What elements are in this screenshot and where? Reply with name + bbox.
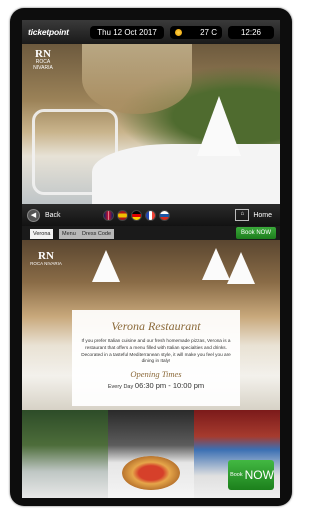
nav-bar: ◀ Back ⌂ Home <box>22 204 280 226</box>
hotel-logo: RN ROCA NIVARIA <box>26 48 60 82</box>
france-flag-icon[interactable] <box>144 209 156 221</box>
napkin-decor <box>227 252 255 284</box>
pizza-decor <box>122 456 180 490</box>
weather-display: 27 C <box>170 25 222 39</box>
hotel-logo-text: ROCA NIVARIA <box>30 261 62 267</box>
tab-menu[interactable]: Menu <box>59 229 79 239</box>
opening-times: Every Day 06:30 pm - 10:00 pm <box>72 381 240 390</box>
germany-flag-icon[interactable] <box>130 209 142 221</box>
kiosk-frame: ticketpoint Thu 12 Oct 2017 27 C 12:26 R… <box>10 8 292 506</box>
home-label: Home <box>253 211 272 219</box>
russia-flag-icon[interactable] <box>158 209 170 221</box>
opening-times-title: Opening Times <box>130 369 182 380</box>
restaurant-description: If you prefer Italian cuisine and our fr… <box>81 338 231 364</box>
tabs-row: Verona Menu Dress Code Book NOW <box>22 226 280 240</box>
language-selector <box>102 209 170 221</box>
restaurant-photo-interior: Book NOW <box>194 410 280 498</box>
home-button[interactable]: ⌂ Home <box>235 209 272 221</box>
back-label: Back <box>45 211 61 219</box>
restaurant-photo-pizza <box>108 410 194 498</box>
tab-verona[interactable]: Verona <box>30 229 54 239</box>
back-button[interactable]: ◀ Back <box>22 208 61 222</box>
opening-hours: 06:30 pm - 10:00 pm <box>134 381 205 391</box>
tab-dress-code[interactable]: Dress Code <box>79 229 115 239</box>
napkin-decor <box>202 248 230 280</box>
brand-logo: ticketpoint <box>28 27 69 37</box>
book-now-button[interactable]: Book NOW <box>236 227 276 239</box>
clock-display: 12:26 <box>228 25 274 39</box>
hero-table-decor <box>92 144 280 204</box>
book-big-small-text: Book <box>230 472 243 478</box>
date-display: Thu 12 Oct 2017 <box>90 25 164 39</box>
restaurant-photo-terrace <box>22 410 108 498</box>
hero-image: RN ROCA NIVARIA <box>22 44 280 204</box>
opening-days: Every Day <box>107 384 134 391</box>
restaurant-content: RN ROCA NIVARIA Verona Restaurant If you… <box>22 240 280 498</box>
napkin-decor <box>92 250 120 282</box>
home-icon: ⌂ <box>235 209 250 221</box>
temperature-text: 27 C <box>200 27 217 37</box>
hero-arch-decor <box>82 44 192 114</box>
gb-flag-icon[interactable] <box>102 209 114 221</box>
info-panel: Verona Restaurant If you prefer Italian … <box>72 310 240 406</box>
restaurant-photo-main: RN ROCA NIVARIA Verona Restaurant If you… <box>22 240 280 410</box>
back-arrow-icon: ◀ <box>27 208 40 222</box>
spain-flag-icon[interactable] <box>116 209 128 221</box>
top-bar: ticketpoint Thu 12 Oct 2017 27 C 12:26 <box>22 20 280 44</box>
restaurant-title: Verona Restaurant <box>111 319 201 333</box>
hotel-logo-text: ROCA NIVARIA <box>33 59 53 71</box>
kiosk-screen: ticketpoint Thu 12 Oct 2017 27 C 12:26 R… <box>22 20 280 498</box>
book-now-large-button[interactable]: Book NOW <box>228 460 274 490</box>
hotel-logo-small: RN ROCA NIVARIA <box>26 250 66 267</box>
hero-napkin-decor <box>197 96 241 156</box>
sun-icon <box>175 28 182 36</box>
book-big-large-text: NOW <box>244 468 274 482</box>
